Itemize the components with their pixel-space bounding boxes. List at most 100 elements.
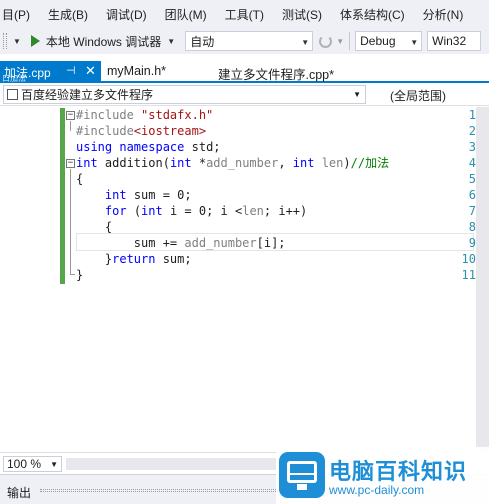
code-token: [i];: [256, 236, 286, 250]
line-number: 5: [468, 172, 476, 186]
chevron-down-icon: ▼: [301, 38, 310, 47]
solution-config-combo[interactable]: 自动 ▼: [185, 31, 314, 51]
code-line: using namespace std;: [76, 139, 221, 155]
line-number: 3: [468, 140, 476, 154]
zoom-value: 100 %: [7, 457, 42, 471]
project-combo[interactable]: 百度经验建立多文件程序 ▼: [3, 85, 366, 104]
line-number: 2: [468, 124, 476, 138]
project-name: 百度经验建立多文件程序: [21, 88, 154, 102]
code-token: i = 0; i <: [162, 204, 243, 218]
code-token: {: [76, 220, 113, 234]
code-line: #include<iostream>: [76, 123, 206, 139]
menu-project[interactable]: 目(P): [0, 6, 39, 23]
debugger-dropdown-arrow[interactable]: ▼: [167, 37, 175, 46]
toolbar-separator: [349, 32, 351, 50]
scope-combo[interactable]: (全局范围): [390, 87, 446, 104]
code-token: int: [169, 156, 192, 170]
line-number: 8: [468, 220, 476, 234]
code-token: }: [76, 252, 113, 266]
menu-tools[interactable]: 工具(T): [225, 6, 273, 23]
menu-analyze[interactable]: 分析(N): [423, 6, 473, 23]
start-debugging-icon[interactable]: [30, 35, 40, 47]
code-token: (: [126, 204, 142, 218]
code-token: sum +=: [76, 236, 185, 250]
menu-test[interactable]: 测试(S): [282, 6, 331, 23]
code-editor[interactable]: − − 1 2 3 4 5 6 7 8 9 10 11 #include "stdafx.h" #inc…: [0, 107, 476, 452]
code-token: return: [112, 252, 156, 266]
code-token: #include: [76, 108, 142, 122]
refresh-icon[interactable]: [319, 34, 333, 48]
vertical-scrollbar[interactable]: [476, 107, 489, 452]
code-token: add_number: [206, 156, 279, 170]
code-token: {: [76, 172, 84, 186]
collapse-icon[interactable]: −: [66, 159, 75, 168]
code-token: #include: [76, 124, 134, 138]
pin-icon[interactable]: ⊣: [66, 64, 76, 77]
monitor-logo-icon: [279, 452, 325, 498]
line-number: 11: [461, 268, 476, 282]
document-tab-bar: 加法.cpp 口加法 ⊣ ✕ myMain.h* 建立多文件程序.cpp*: [0, 61, 489, 83]
collapse-icon[interactable]: −: [66, 111, 75, 120]
code-token: ; i++): [263, 204, 308, 218]
tab-mymain-h[interactable]: myMain.h*: [107, 64, 166, 78]
platform-combo[interactable]: Win32: [427, 31, 482, 51]
code-token: addition(: [97, 156, 170, 170]
code-token: sum;: [155, 252, 192, 266]
chevron-down-icon[interactable]: ▼: [13, 37, 21, 46]
code-line: int addition(int *add_number, int len)//…: [76, 155, 389, 171]
code-token: len: [321, 156, 344, 170]
menu-debug[interactable]: 调试(D): [106, 6, 156, 23]
output-tab[interactable]: 输出: [7, 484, 31, 501]
code-line: }: [76, 267, 83, 283]
tab-overlay-text: 口加法: [2, 74, 26, 83]
code-token: ): [343, 156, 351, 170]
line-number: 10: [461, 252, 476, 266]
build-config-value: Debug: [360, 34, 396, 48]
tab-main-cpp[interactable]: 建立多文件程序.cpp*: [218, 64, 334, 83]
code-token: int: [104, 188, 127, 202]
menu-architecture[interactable]: 体系结构(C): [340, 6, 414, 23]
line-number: 7: [468, 204, 476, 218]
code-line: for (int i = 0; i <len; i++): [76, 203, 307, 219]
refresh-dropdown-arrow[interactable]: ▼: [336, 37, 344, 46]
project-icon: [7, 89, 18, 100]
code-token: for: [104, 204, 127, 218]
fold-guide: [70, 169, 71, 275]
build-config-combo[interactable]: Debug ▼: [355, 31, 423, 51]
code-token: <iostream>: [133, 124, 207, 138]
toolbar-grip[interactable]: [3, 33, 7, 49]
code-token: }: [76, 268, 84, 282]
menu-bar: 目(P) 生成(B) 调试(D) 团队(M) 工具(T) 测试(S) 体系结构(…: [0, 0, 489, 28]
chevron-down-icon: ▼: [353, 90, 361, 99]
menu-build[interactable]: 生成(B): [48, 6, 97, 23]
code-line: {: [76, 171, 83, 187]
start-debugger-button[interactable]: 本地 Windows 调试器: [46, 33, 161, 50]
code-token: int: [141, 204, 163, 218]
code-line: int sum = 0;: [76, 187, 192, 203]
close-icon[interactable]: ✕: [85, 63, 96, 79]
code-token: sum = 0;: [126, 188, 192, 202]
code-token: //加法: [350, 156, 390, 170]
code-line: {: [76, 219, 112, 235]
standard-toolbar: ▼ 本地 Windows 调试器 ▼ 自动 ▼ ▼ Debug ▼ Win32: [0, 28, 489, 54]
solution-config-value: 自动: [190, 34, 215, 49]
code-line: }return sum;: [76, 251, 192, 267]
tab-addition-cpp[interactable]: 加法.cpp 口加法 ⊣ ✕: [0, 61, 101, 83]
code-token: ,: [278, 156, 293, 170]
code-token: *: [191, 156, 207, 170]
horizontal-scrollbar[interactable]: [66, 458, 276, 470]
platform-value: Win32: [432, 34, 467, 48]
code-token: int: [292, 156, 315, 170]
chevron-down-icon: ▼: [410, 38, 419, 47]
panel-grip[interactable]: [40, 489, 280, 492]
menu-team[interactable]: 团队(M): [165, 6, 216, 23]
line-number: 9: [468, 236, 476, 250]
line-number: 4: [468, 156, 476, 170]
code-token: len: [242, 204, 264, 218]
chevron-down-icon: ▼: [50, 460, 58, 469]
zoom-combo[interactable]: 100 % ▼: [3, 456, 62, 472]
watermark: 电脑百科知识 www.pc-daily.com: [276, 447, 489, 504]
